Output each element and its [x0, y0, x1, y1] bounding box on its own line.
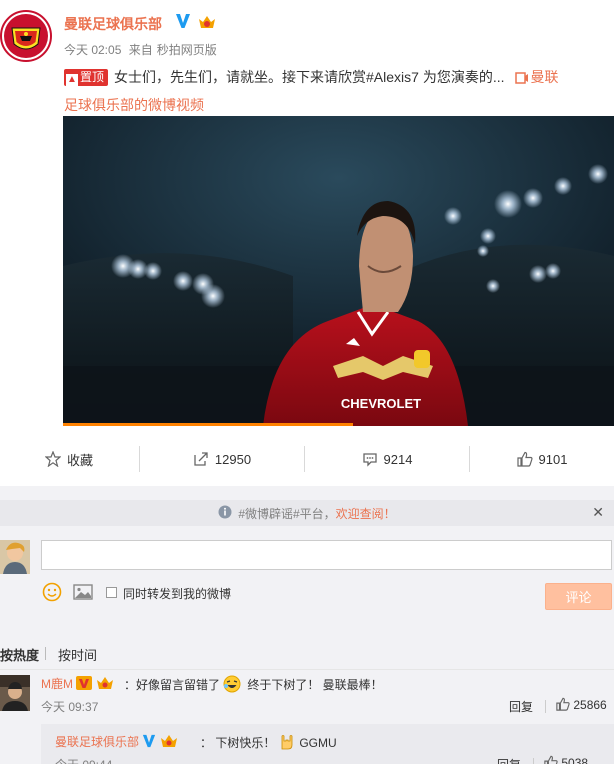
reply-text-b: GGMU [299, 736, 337, 750]
comment-section [0, 486, 614, 764]
like-button[interactable]: 9101 [470, 440, 614, 478]
post-text: ▲ 置顶 女士们，先生们，请就坐。接下来请欣赏#Alexis7 为您演奏的... 曼联… [64, 64, 609, 118]
notice-text: #微博辟谣#平台， [238, 506, 336, 521]
comment-text-a: ：好像留言留错了 [124, 678, 221, 692]
comment-text-b: 终于下树了！ 曼联最棒！ [244, 678, 383, 692]
repost-checkbox[interactable] [106, 587, 117, 598]
video-player[interactable]: CHEVROLET [63, 116, 614, 426]
comment-text: ：好像留言留错了 终于下树了！ 曼联最棒！ [124, 675, 383, 696]
reply-time: 今天 09:44 [55, 756, 112, 764]
reply-like-button[interactable]: 5038 [544, 755, 588, 764]
repost-button[interactable]: 12950 [140, 440, 304, 478]
info-icon [218, 505, 232, 522]
reply-user-name[interactable]: 曼联足球俱乐部 [55, 735, 139, 749]
pin-label: 置顶 [80, 70, 105, 84]
close-icon[interactable]: ✕ [592, 504, 604, 521]
comment-like-count: 25866 [573, 698, 607, 712]
reply-username[interactable]: 曼联足球俱乐部 [55, 733, 178, 750]
comment-like-button[interactable]: 25866 [556, 697, 607, 712]
post-header: 曼联足球俱乐部 今天 02:05 来自 秒拍网页版 ▲ 置顶 女士们，先生们，请就坐。… [0, 0, 614, 116]
rock-hand-emoji-icon [278, 733, 296, 754]
reply-text-a: ： 下树快乐！ [200, 736, 276, 750]
thumbs-up-icon [516, 451, 533, 467]
emoji-icon[interactable] [42, 582, 62, 605]
video-link-part2[interactable]: 足球俱乐部的微博视频 [64, 97, 204, 113]
source-prefix: 来自 [128, 43, 153, 57]
reply-text: ： 下树快乐！ GGMU [200, 733, 337, 754]
comment-input[interactable] [41, 540, 612, 570]
current-user-avatar[interactable] [0, 540, 30, 574]
comment-button[interactable]: 9214 [305, 440, 469, 478]
reply-divider [545, 700, 546, 713]
sort-underline [0, 669, 614, 670]
verified-badge-icon [143, 734, 156, 748]
post-source[interactable]: 秒拍网页版 [157, 43, 217, 57]
vip-crown-icon [96, 677, 113, 689]
video-link-part1[interactable]: 曼联 [531, 69, 559, 85]
comment-count: 9214 [383, 451, 413, 467]
comment-username[interactable]: M鹿M [41, 675, 114, 692]
verified-badge-icon [175, 12, 191, 30]
image-upload-icon[interactable] [73, 584, 93, 603]
post-time[interactable]: 今天 02:05 [64, 43, 121, 57]
comment-icon [362, 453, 377, 467]
sort-divider [45, 647, 46, 660]
vip-crown-icon [197, 14, 217, 30]
comment-user-name[interactable]: M鹿M [41, 677, 73, 691]
like-count: 9101 [538, 451, 568, 467]
vip-crown-icon [160, 735, 177, 747]
post-body: 女士们，先生们，请就坐。接下来请欣赏#Alexis7 为您演奏的... [114, 69, 505, 85]
svg-text:CHEVROLET: CHEVROLET [341, 396, 421, 411]
video-link-icon [514, 66, 529, 92]
post-meta: 今天 02:05 来自 秒拍网页版 [64, 41, 221, 58]
star-icon [44, 451, 61, 467]
submit-comment-button[interactable]: 评论 [545, 583, 612, 610]
sort-by-hot-tab[interactable]: 按热度 [0, 645, 39, 664]
video-progress-bar[interactable] [63, 423, 353, 426]
comment-time: 今天 09:37 [41, 700, 99, 714]
commenter-avatar[interactable] [0, 675, 30, 711]
repost-count: 12950 [214, 451, 252, 467]
rumor-notice-bar: #微博辟谣#平台， 欢迎查阅！ ✕ [0, 500, 614, 526]
pin-arrow-icon: ▲ [66, 74, 78, 86]
post-author-name[interactable]: 曼联足球俱乐部 [64, 14, 162, 34]
club-crest-avatar[interactable] [0, 10, 52, 62]
notice-link[interactable]: 欢迎查阅！ [336, 505, 396, 522]
reply-like-count: 5038 [561, 756, 589, 764]
reply-divider [533, 758, 534, 764]
thumbs-up-icon [556, 697, 570, 711]
thumbs-up-icon [544, 755, 558, 764]
laughing-emoji-icon [223, 675, 241, 696]
sort-by-time-tab[interactable]: 按时间 [58, 645, 97, 664]
vip-badge-icon [76, 676, 93, 690]
favorite-label: 收藏 [66, 452, 93, 468]
repost-icon [194, 452, 208, 466]
post-actions: 收藏 12950 9214 9101 [0, 440, 614, 478]
repost-checkbox-label: 同时转发到我的微博 [123, 587, 232, 601]
pinned-badge: ▲ 置顶 [64, 69, 109, 86]
reply-button[interactable]: 回复 [497, 756, 521, 764]
favorite-button[interactable]: 收藏 [0, 440, 138, 478]
reply-button[interactable]: 回复 [509, 698, 533, 715]
